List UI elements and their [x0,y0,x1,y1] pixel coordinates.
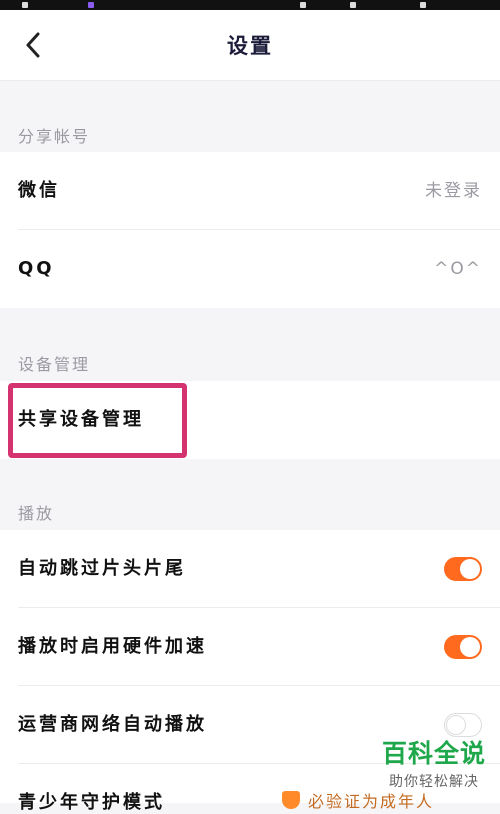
row-value: 必验证为成年人 [282,788,434,812]
section-label-share: 分享帐号 [18,127,91,146]
app-notification-icon [88,2,94,8]
section-label-device: 设备管理 [18,355,91,374]
row-label: 运营商网络自动播放 [18,714,207,735]
verify-status: 必验证为成年人 [308,792,435,811]
toggle-knob [446,715,466,735]
row-label: 自动跳过片头片尾 [18,558,186,579]
row-label: 播放时启用硬件加速 [18,636,207,657]
row-label: 青少年守护模式 [18,792,165,813]
signal-icon [22,2,28,8]
status-bar [0,0,500,10]
row-label: 微信 [18,180,60,201]
watermark-brand: 百科全说 [381,739,486,768]
highlight-frame [8,383,187,458]
watermark: 百科全说 助你轻松解决 [382,734,486,791]
toggle-knob [460,559,480,579]
login-status: ^O^ [434,259,482,279]
page-title: 设置 [227,34,273,58]
battery-icon [420,2,426,8]
vibrate-icon [300,2,306,8]
auto-skip-toggle[interactable] [444,557,482,581]
row-hw-accel: 播放时启用硬件加速 [0,608,500,686]
row-qq[interactable]: QQ ^O^ [0,230,500,308]
hw-accel-toggle[interactable] [444,635,482,659]
header: 设置 [0,10,500,81]
row-wechat[interactable]: 微信 未登录 [0,152,500,230]
shield-icon [282,791,300,809]
section-label-play: 播放 [18,504,55,523]
row-auto-skip: 自动跳过片头片尾 [0,530,500,608]
row-label: QQ [18,258,55,279]
watermark-subtitle: 助你轻松解决 [388,774,479,790]
wifi-icon [350,2,356,8]
login-status: 未登录 [425,181,482,201]
toggle-knob [460,637,480,657]
